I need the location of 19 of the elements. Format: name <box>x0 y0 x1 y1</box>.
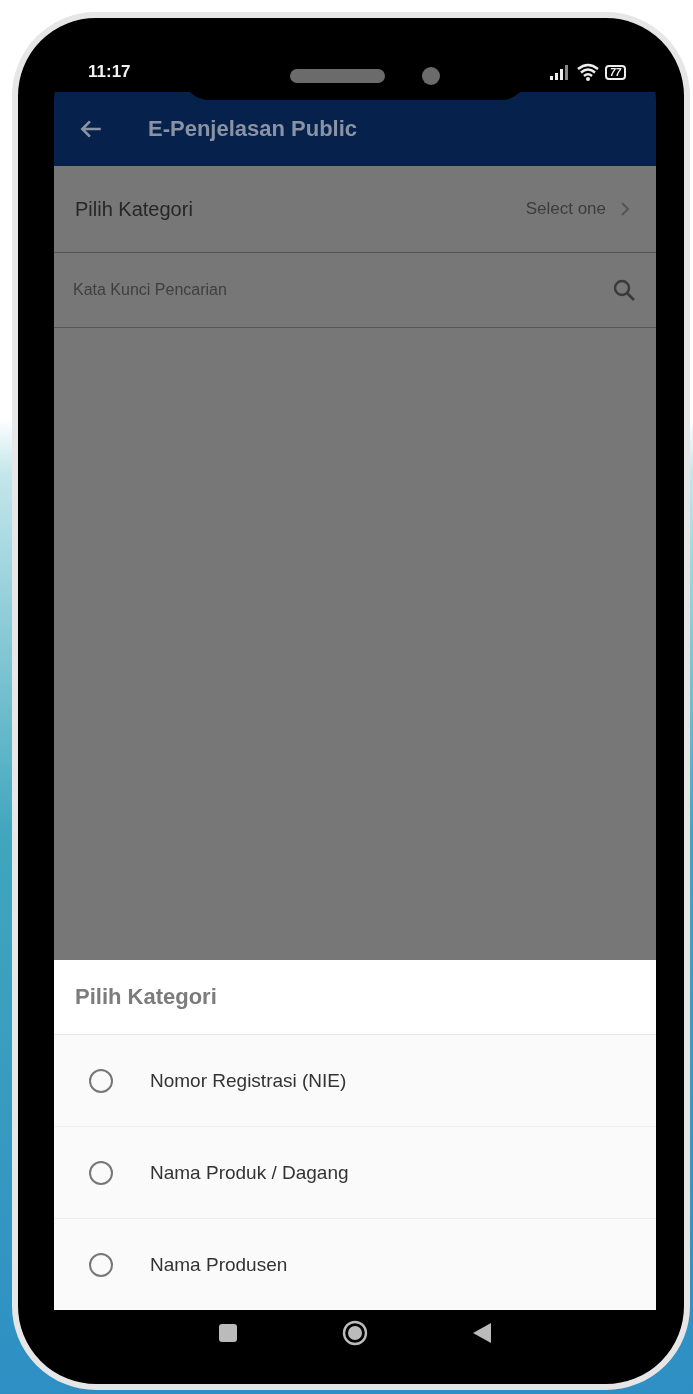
chevron-right-icon <box>620 201 630 217</box>
option-label[interactable]: Nama Produk / Dagang <box>150 1161 349 1184</box>
signal-icon <box>548 64 571 80</box>
radio-button[interactable] <box>89 1252 113 1277</box>
option-label[interactable]: Nomor Registrasi (NIE) <box>150 1069 347 1092</box>
home-nav-icon[interactable] <box>342 1319 368 1346</box>
app-title: E-Penjelasan Public <box>148 116 358 142</box>
sheet-title: Pilih Kategori <box>54 960 656 1035</box>
radio-button[interactable] <box>89 1068 113 1093</box>
option-label[interactable]: Nama Produsen <box>150 1253 288 1276</box>
search-field[interactable]: Kata Kunci Pencarian <box>73 281 612 299</box>
battery-level: 77 <box>604 64 626 80</box>
square-nav-icon[interactable] <box>218 1322 238 1343</box>
category-label: Pilih Kategori <box>75 197 194 221</box>
search-icon[interactable] <box>612 278 636 302</box>
status-time: 11:17 <box>88 62 131 82</box>
radio-button[interactable] <box>89 1160 113 1185</box>
wifi-icon <box>576 63 599 81</box>
back-nav-icon[interactable] <box>472 1321 492 1344</box>
